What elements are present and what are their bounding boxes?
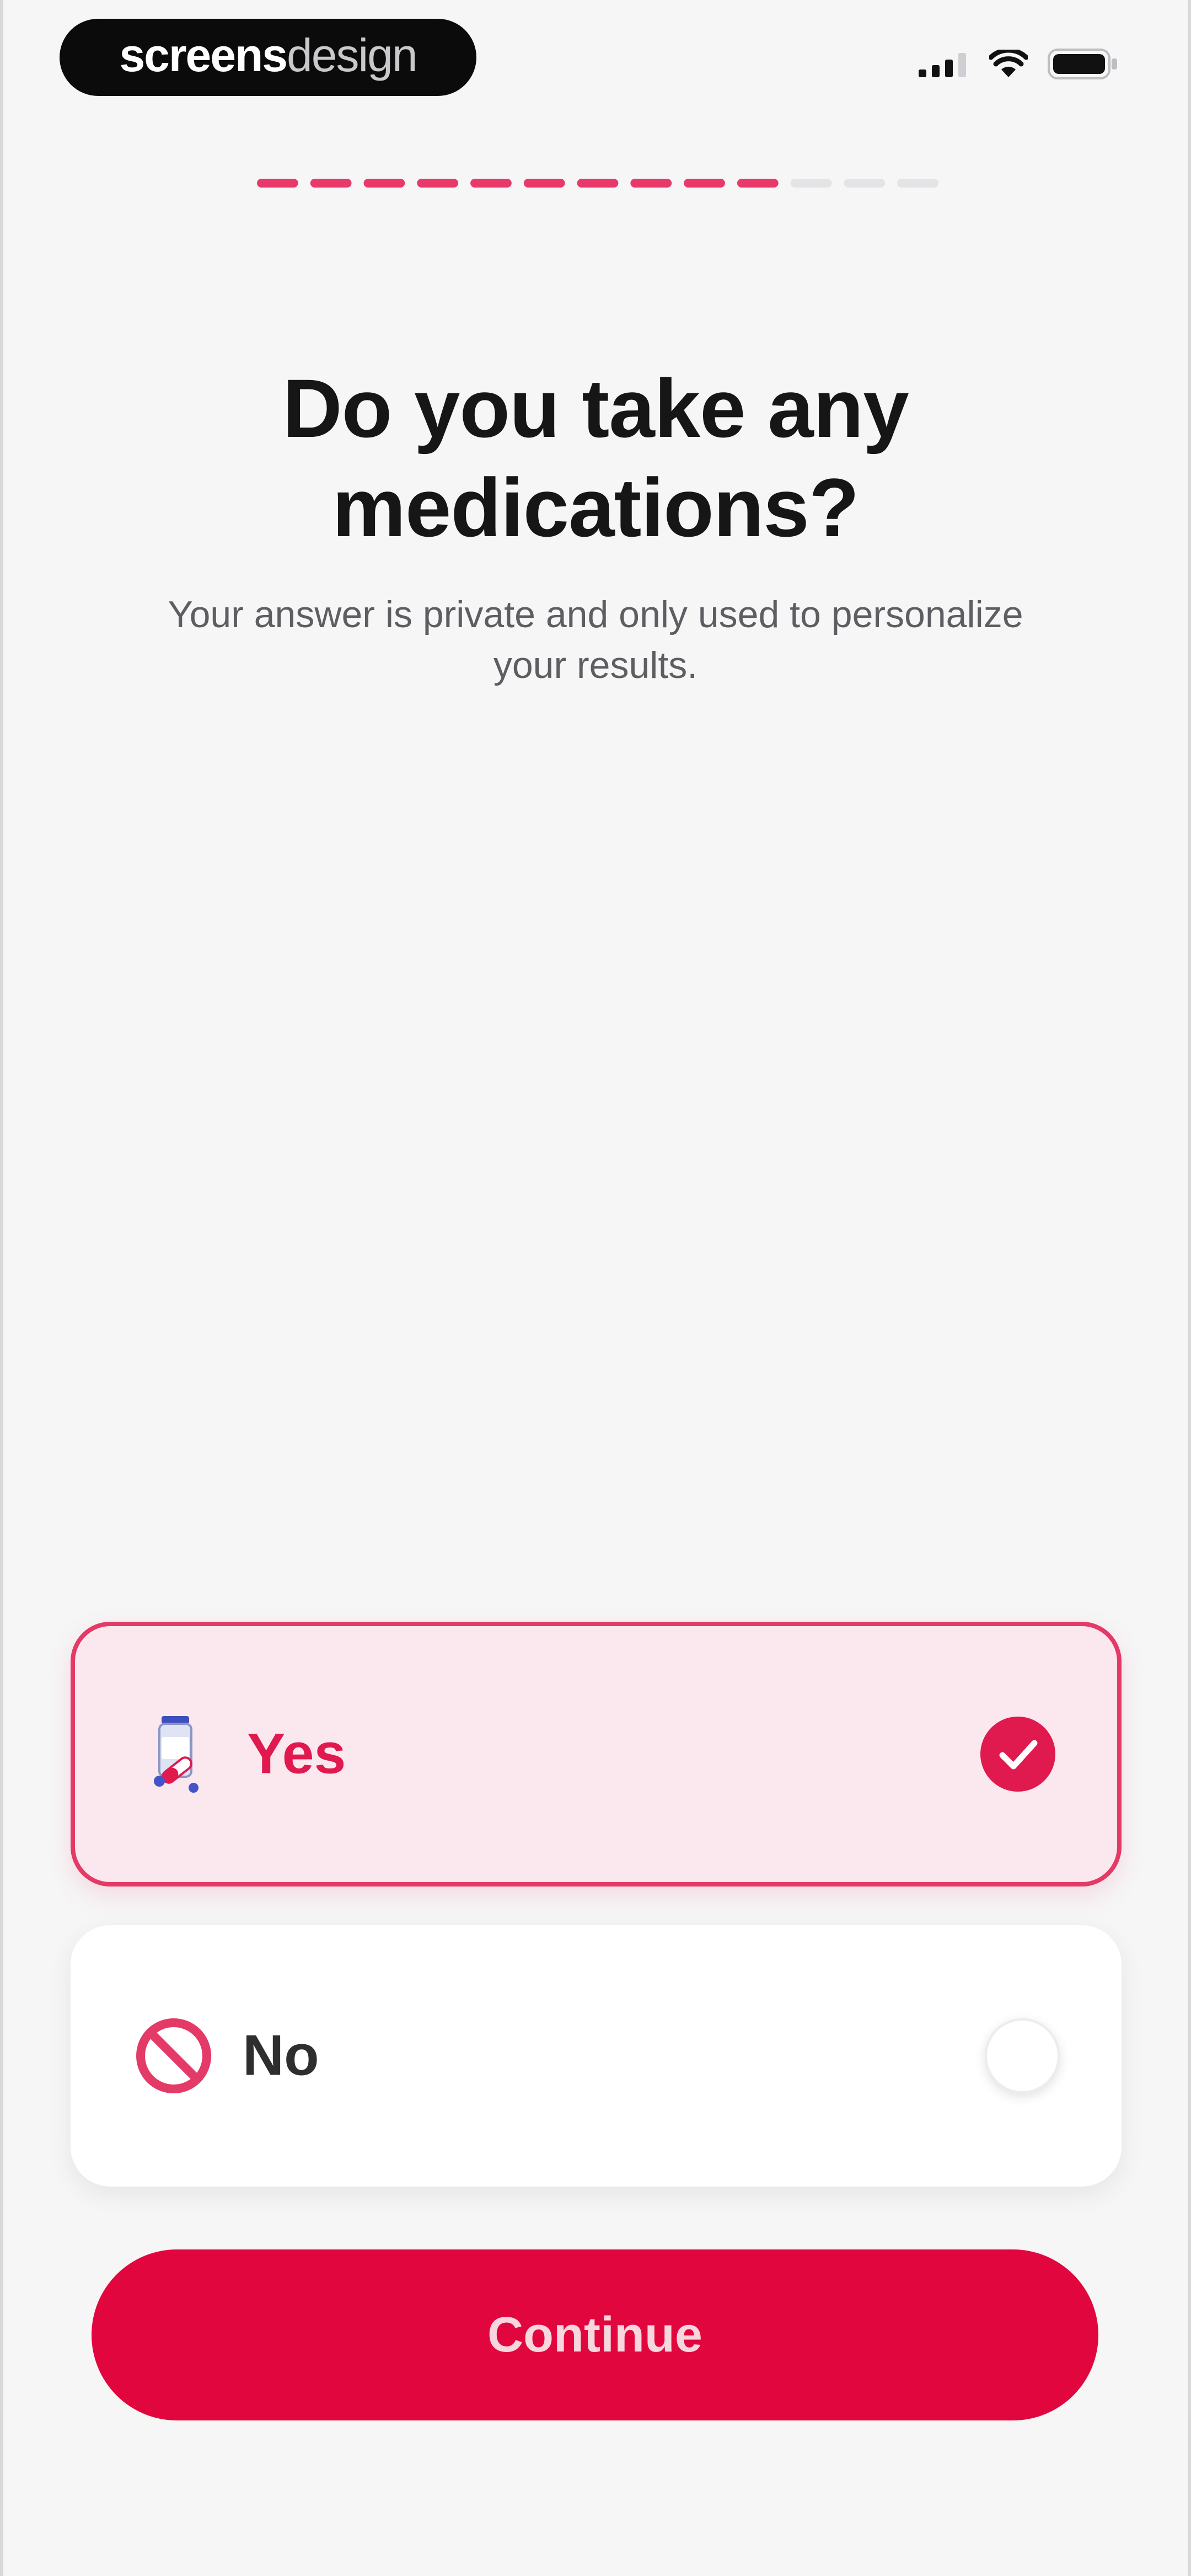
progress-segment-remaining [897,179,938,188]
progress-segment-completed [310,179,352,188]
selected-check-icon [980,1717,1055,1792]
cellular-signal-icon [919,53,966,77]
option-no[interactable]: No [71,1925,1122,2187]
device-frame-edge-left [0,0,3,2576]
option-no-label: No [243,2023,319,2088]
watermark-text-bold: screens [119,29,288,81]
device-frame-edge-right [1188,0,1191,2576]
progress-segments [257,179,938,188]
progress-segment-completed [470,179,512,188]
question-subtitle-line-2: your results. [493,644,698,686]
question-title-line-2: medications? [332,461,860,554]
unselected-radio-icon [985,2018,1060,2093]
question-title-line-1: Do you take any [282,362,909,455]
progress-segment-completed [523,179,565,188]
question-subtitle: Your answer is private and only used to … [99,589,1092,691]
progress-segment-completed [257,179,298,188]
medications-question-screen: screens design Do you take any medication… [0,0,1191,2576]
watermark-text-light: design [287,29,418,81]
battery-icon [1048,49,1117,79]
wifi-icon [989,50,1028,77]
prohibited-icon [132,2014,215,2097]
screensdesign-watermark: screens design [60,19,476,96]
medicine-bottle-icon [137,1713,219,1795]
option-yes[interactable]: Yes [71,1622,1122,1886]
progress-segment-completed [417,179,459,188]
progress-segment-completed [630,179,672,188]
step-progress-bar [257,178,938,189]
progress-segment-completed [577,179,619,188]
option-yes-label: Yes [247,1722,346,1786]
progress-segment-remaining [844,179,886,188]
progress-segment-completed [684,179,725,188]
question-title: Do you take any medications? [99,359,1092,557]
progress-segment-completed [363,179,405,188]
continue-button[interactable]: Continue [92,2249,1098,2420]
status-bar-icons [919,49,1119,79]
progress-segment-completed [737,179,779,188]
question-subtitle-line-1: Your answer is private and only used to … [168,594,1023,635]
progress-segment-remaining [790,179,832,188]
